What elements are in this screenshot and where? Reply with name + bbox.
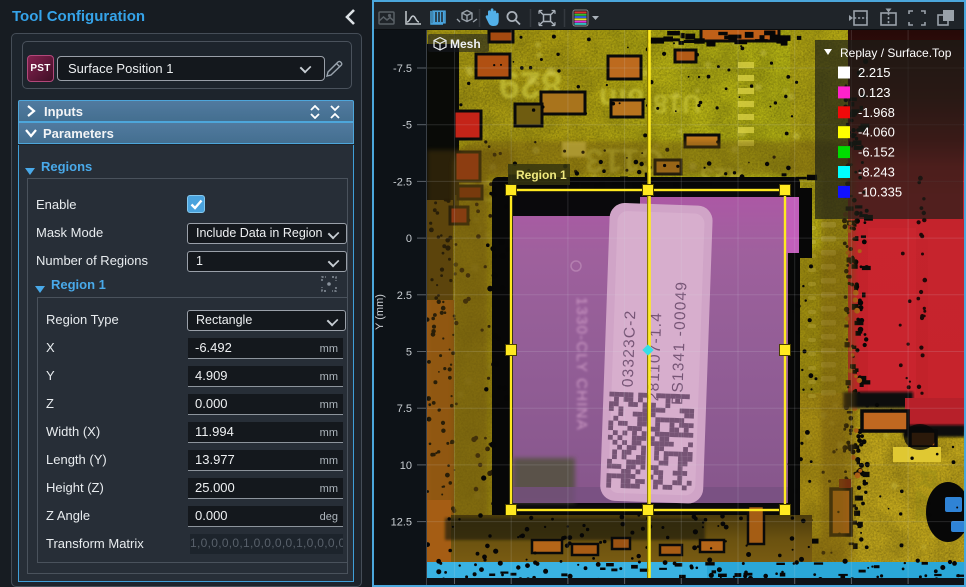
svg-text:Region 1: Region 1 [516, 168, 567, 182]
svg-text:0: 0 [406, 233, 412, 245]
svg-text:-6.152: -6.152 [858, 145, 895, 160]
svg-text:5: 5 [406, 347, 412, 359]
svg-text:2.5: 2.5 [397, 290, 412, 302]
svg-text:Y (mm): Y (mm) [374, 294, 386, 330]
svg-text:Mesh: Mesh [450, 37, 481, 51]
svg-text:-2.5: -2.5 [393, 176, 412, 188]
svg-text:-7.5: -7.5 [393, 63, 412, 75]
svg-text:-8.243: -8.243 [858, 165, 895, 180]
svg-text:7.5: 7.5 [397, 403, 412, 415]
svg-text:10: 10 [400, 460, 412, 472]
svg-text:-1.968: -1.968 [858, 105, 895, 120]
svg-text:12.5: 12.5 [391, 517, 412, 529]
svg-text:-10.335: -10.335 [858, 184, 902, 199]
svg-text:-4.060: -4.060 [858, 125, 895, 140]
svg-text:Replay / Surface.Top: Replay / Surface.Top [840, 46, 952, 60]
svg-text:2.215: 2.215 [858, 65, 891, 80]
svg-text:-5: -5 [402, 120, 412, 132]
svg-text:0.123: 0.123 [858, 85, 891, 100]
